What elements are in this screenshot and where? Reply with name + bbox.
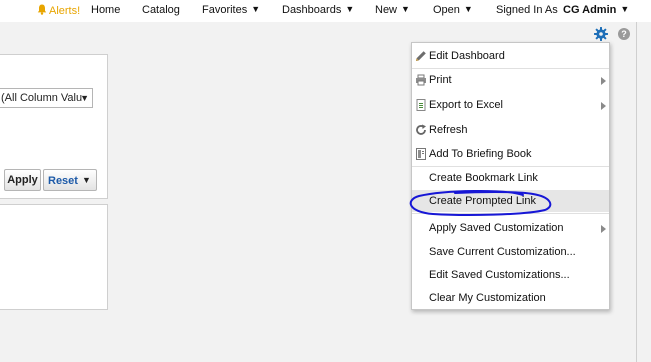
- menu-item-label: Clear My Customization: [429, 292, 546, 304]
- alerts-label: Alerts!: [49, 5, 81, 17]
- menu-item-label: Edit Dashboard: [429, 50, 505, 62]
- menu-item-label: Export to Excel: [429, 99, 503, 111]
- menu-item-edit-saved-customizations[interactable]: Edit Saved Customizations...: [412, 264, 609, 286]
- bell-icon: [37, 4, 47, 15]
- nav-open-label: Open: [433, 4, 460, 16]
- nav-favorites[interactable]: Favorites ▼: [202, 4, 260, 16]
- excel-icon: [416, 99, 426, 111]
- chevron-down-icon: ▼: [81, 175, 91, 185]
- page-options-menu: Edit Dashboard Print Export to Excel Ref…: [411, 42, 610, 310]
- menu-item-label: Add To Briefing Book: [429, 148, 532, 160]
- submenu-arrow-icon: [601, 225, 606, 233]
- nav-new-label: New: [375, 4, 398, 16]
- nav-dashboards-label: Dashboards: [282, 4, 342, 16]
- nav-catalog[interactable]: Catalog: [142, 4, 180, 16]
- menu-item-label: Create Bookmark Link: [429, 172, 538, 184]
- menu-item-add-to-briefing-book[interactable]: Add To Briefing Book: [412, 143, 609, 165]
- chevron-down-icon: ▼: [345, 4, 355, 14]
- global-header: Alerts! Home Catalog Favorites ▼ Dashboar…: [0, 0, 651, 22]
- reset-button[interactable]: Reset ▼: [43, 169, 97, 191]
- briefing-book-icon: [416, 148, 426, 160]
- user-menu[interactable]: CG Admin ▼: [563, 4, 629, 16]
- menu-divider: [412, 213, 609, 214]
- reset-button-label: Reset: [48, 175, 78, 187]
- menu-item-create-prompted-link[interactable]: Create Prompted Link: [412, 190, 609, 212]
- menu-item-apply-saved-customization[interactable]: Apply Saved Customization: [412, 217, 609, 239]
- chevron-down-icon: ▼: [80, 93, 89, 103]
- menu-item-label: Create Prompted Link: [429, 195, 536, 207]
- chevron-down-icon: ▼: [463, 4, 473, 14]
- menu-item-label: Print: [429, 74, 452, 86]
- menu-item-create-bookmark-link[interactable]: Create Bookmark Link: [412, 167, 609, 189]
- menu-item-label: Edit Saved Customizations...: [429, 269, 570, 281]
- column-value-select[interactable]: (All Column Valu ▼: [0, 88, 93, 108]
- user-name: CG Admin: [563, 4, 617, 16]
- chevron-down-icon: ▼: [401, 4, 410, 14]
- menu-item-label: Refresh: [429, 124, 468, 136]
- column-value-select-text: (All Column Valu: [1, 92, 83, 104]
- scroll-divider: [636, 22, 637, 362]
- refresh-icon: [416, 124, 426, 135]
- nav-favorites-label: Favorites: [202, 4, 248, 16]
- menu-item-print[interactable]: Print: [412, 69, 609, 91]
- menu-item-export-to-excel[interactable]: Export to Excel: [412, 94, 609, 116]
- menu-item-label: Apply Saved Customization: [429, 222, 564, 234]
- nav-new[interactable]: New ▼: [375, 4, 410, 16]
- gear-icon[interactable]: [594, 27, 608, 41]
- nav-home[interactable]: Home: [91, 4, 120, 16]
- results-panel: [0, 204, 108, 310]
- pencil-icon: [416, 51, 426, 61]
- chevron-down-icon: ▼: [620, 4, 630, 14]
- menu-item-save-current-customization[interactable]: Save Current Customization...: [412, 241, 609, 263]
- nav-dashboards[interactable]: Dashboards ▼: [282, 4, 354, 16]
- submenu-arrow-icon: [601, 102, 606, 110]
- menu-item-clear-my-customization[interactable]: Clear My Customization: [412, 287, 609, 309]
- menu-item-refresh[interactable]: Refresh: [412, 119, 609, 141]
- submenu-arrow-icon: [601, 77, 606, 85]
- alerts-link[interactable]: Alerts!: [37, 4, 80, 17]
- menu-item-label: Save Current Customization...: [429, 246, 576, 258]
- menu-item-edit-dashboard[interactable]: Edit Dashboard: [412, 45, 609, 67]
- nav-open[interactable]: Open ▼: [433, 4, 473, 16]
- signed-in-label: Signed In As: [496, 4, 558, 16]
- printer-icon: [416, 74, 426, 86]
- help-icon[interactable]: ?: [618, 28, 630, 40]
- chevron-down-icon: ▼: [251, 4, 261, 14]
- apply-button[interactable]: Apply: [4, 169, 41, 191]
